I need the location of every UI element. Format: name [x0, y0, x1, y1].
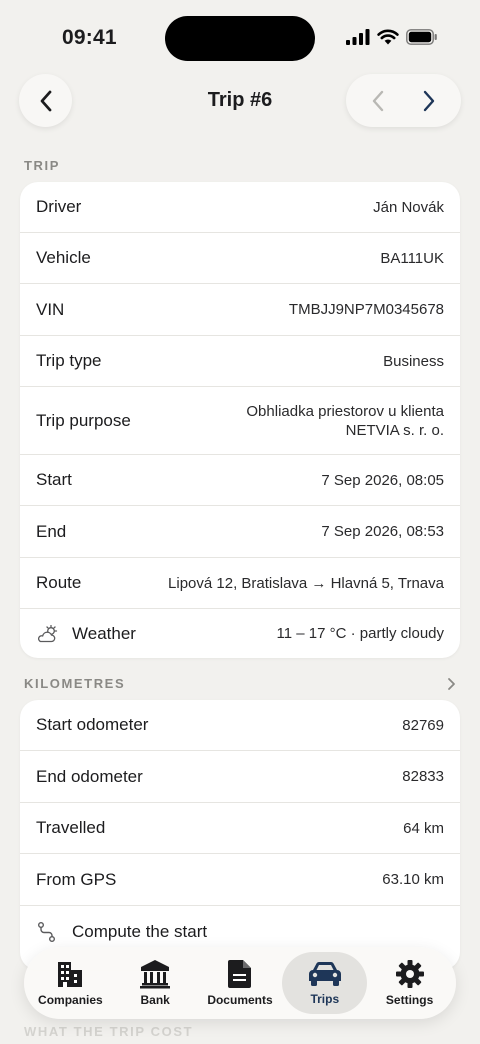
row-value: 11 – 17 °C · partly cloudy	[276, 625, 444, 642]
gear-icon	[395, 960, 424, 988]
car-icon	[308, 961, 341, 986]
row-label: Start	[36, 470, 72, 489]
document-icon	[227, 960, 251, 988]
vehicle-row[interactable]: Vehicle BA111UK	[20, 233, 460, 284]
tab-documents[interactable]: Documents	[198, 952, 283, 1014]
row-value: TMBJJ9NP7M0345678	[288, 301, 444, 318]
section-title: TRIP	[24, 158, 61, 173]
row-value: 7 Sep 2026, 08:05	[321, 471, 444, 489]
battery-icon	[406, 29, 437, 45]
next-trip-button[interactable]	[409, 81, 449, 121]
chevron-left-icon	[372, 90, 383, 111]
row-label: Weather	[72, 623, 136, 643]
row-label: Driver	[36, 197, 82, 216]
tab-trips[interactable]: Trips	[282, 952, 368, 1014]
row-value: Business	[383, 352, 444, 370]
vin-row[interactable]: VIN TMBJJ9NP7M0345678	[20, 284, 460, 336]
status-time: 09:41	[62, 26, 117, 49]
tab-companies[interactable]: Companies	[28, 952, 113, 1014]
previous-trip-button[interactable]	[358, 81, 398, 121]
end-odometer-row[interactable]: End odometer 82833	[20, 751, 460, 803]
row-value: Obhliadka priestorov u klienta NETVIA s.…	[246, 402, 444, 440]
row-label: Compute the start	[72, 922, 208, 941]
trip-details-card: Driver Ján Novák Vehicle BA111UK VIN TMB…	[20, 182, 460, 658]
weather-row[interactable]: Weather 11 – 17 °C · partly cloudy	[20, 609, 460, 658]
row-label: Vehicle	[36, 248, 91, 267]
row-value: 64 km	[403, 819, 444, 837]
row-value: Ján Novák	[373, 198, 444, 216]
end-row[interactable]: End 7 Sep 2026, 08:53	[20, 506, 460, 558]
row-value: 7 Sep 2026, 08:53	[321, 523, 444, 540]
tab-settings[interactable]: Settings	[367, 952, 452, 1014]
status-bar: 09:41	[0, 0, 480, 76]
trip-purpose-row[interactable]: Trip purpose Obhliadka priestorov u klie…	[20, 387, 460, 455]
chevron-right-icon	[448, 677, 455, 690]
signal-icon	[346, 29, 370, 45]
partly-cloudy-icon	[38, 624, 58, 642]
row-label: End	[36, 521, 67, 541]
wifi-icon	[377, 29, 399, 45]
building-icon	[58, 962, 83, 987]
row-label: Start odometer	[36, 715, 149, 734]
trip-section-header: TRIP	[24, 158, 456, 173]
cost-section-header: WHAT THE TRIP COST	[24, 1024, 194, 1039]
section-title: KILOMETRES	[24, 676, 126, 691]
row-value: Lipová 12, Bratislava → Hlavná 5, Trnava	[168, 574, 444, 592]
dynamic-island	[165, 16, 315, 61]
trip-pager	[346, 74, 461, 127]
kilometres-section-header[interactable]: KILOMETRES	[24, 676, 456, 691]
row-label: Travelled	[36, 818, 106, 837]
row-label: VIN	[36, 299, 65, 319]
start-row[interactable]: Start 7 Sep 2026, 08:05	[20, 455, 460, 506]
row-value: 82833	[402, 768, 444, 785]
row-label: Route	[36, 573, 82, 592]
row-label: Trip type	[36, 351, 102, 370]
row-label: End odometer	[36, 766, 143, 786]
row-label: From GPS	[36, 869, 117, 889]
driver-row[interactable]: Driver Ján Novák	[20, 182, 460, 233]
purpose-line-2: NETVIA s. r. o.	[345, 421, 444, 439]
tab-label: Settings	[385, 993, 434, 1007]
weather-label-group: Weather	[36, 624, 136, 644]
row-value: 63.10 km	[382, 871, 444, 888]
bank-icon	[140, 960, 171, 989]
row-value: 82769	[402, 716, 444, 734]
trip-type-row[interactable]: Trip type Business	[20, 336, 460, 387]
from-gps-row[interactable]: From GPS 63.10 km	[20, 854, 460, 906]
chevron-right-icon	[424, 90, 435, 111]
tab-bank[interactable]: Bank	[113, 952, 198, 1014]
row-label: Trip purpose	[36, 410, 131, 430]
compute-label-group: Compute the start	[36, 921, 207, 943]
tab-label: Trips	[310, 992, 340, 1006]
tab-label: Companies	[38, 993, 103, 1007]
status-icons	[346, 29, 438, 45]
travelled-row[interactable]: Travelled 64 km	[20, 803, 460, 854]
tab-label: Bank	[140, 993, 170, 1007]
tab-label: Documents	[207, 993, 273, 1007]
route-icon	[38, 922, 55, 942]
route-row[interactable]: Route Lipová 12, Bratislava → Hlavná 5, …	[20, 558, 460, 609]
row-value: BA111UK	[380, 249, 444, 267]
tab-bar: Companies Bank Documents Trips Settings	[24, 947, 456, 1019]
kilometres-card: Start odometer 82769 End odometer 82833 …	[20, 700, 460, 970]
start-odometer-row[interactable]: Start odometer 82769	[20, 700, 460, 751]
purpose-line-1: Obhliadka priestorov u klienta	[246, 402, 444, 420]
